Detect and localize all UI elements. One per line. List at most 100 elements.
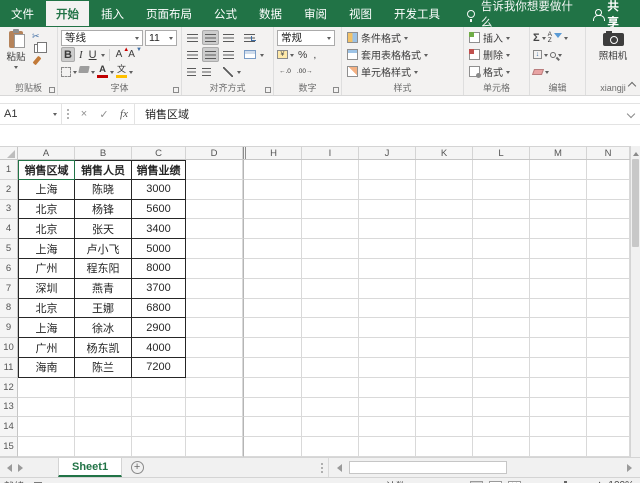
wrap-text-button[interactable] [242, 30, 257, 45]
cell-L12[interactable] [473, 377, 530, 398]
cell-A12[interactable] [18, 377, 75, 398]
percent-style-button[interactable]: % [296, 47, 309, 62]
row-header-15[interactable]: 15 [0, 437, 18, 457]
cell-C15[interactable] [132, 437, 186, 457]
cell-J7[interactable] [359, 278, 416, 299]
cell-L2[interactable] [473, 179, 530, 200]
orientation-button[interactable] [221, 64, 235, 79]
col-header-D[interactable]: D [186, 147, 243, 159]
cell-D6[interactable] [186, 258, 243, 279]
increase-decimal-button[interactable]: ←.0 [277, 64, 293, 79]
cell-N3[interactable] [587, 199, 630, 220]
cell-H5[interactable] [243, 239, 302, 259]
col-header-N[interactable]: N [587, 147, 630, 159]
cell-H12[interactable] [243, 377, 302, 398]
cell-B6[interactable]: 程东阳 [75, 258, 132, 279]
cell-K10[interactable] [416, 338, 473, 358]
format-cells-button[interactable]: 格式 [467, 63, 526, 80]
cell-H6[interactable] [243, 258, 302, 279]
cell-K4[interactable] [416, 219, 473, 240]
cell-N4[interactable] [587, 219, 630, 240]
cell-N6[interactable] [587, 258, 630, 279]
cell-L1[interactable] [473, 160, 530, 180]
cell-D13[interactable] [186, 397, 243, 418]
row-header-14[interactable]: 14 [0, 417, 18, 438]
cell-M13[interactable] [530, 397, 587, 418]
font-size-combo[interactable]: 11 [145, 29, 177, 46]
cell-N8[interactable] [587, 298, 630, 319]
autosum-icon[interactable]: Σ [533, 32, 540, 44]
cell-J8[interactable] [359, 298, 416, 319]
font-color-caret[interactable] [110, 70, 114, 76]
cell-K1[interactable] [416, 160, 473, 180]
clear-eraser-icon[interactable] [531, 68, 545, 75]
cell-C8[interactable]: 6800 [132, 298, 186, 319]
row-header-5[interactable]: 5 [0, 239, 18, 259]
sort-filter-caret[interactable] [563, 36, 568, 42]
accounting-caret[interactable] [290, 53, 294, 59]
alignment-dialog-launcher[interactable] [265, 87, 271, 93]
cell-I3[interactable] [302, 199, 359, 220]
cell-D9[interactable] [186, 318, 243, 339]
cell-D14[interactable] [186, 417, 243, 438]
delete-cells-button[interactable]: 删除 [467, 46, 526, 63]
cell-D3[interactable] [186, 199, 243, 220]
cell-C2[interactable]: 3000 [132, 179, 186, 200]
ribbon-tab-insert[interactable]: 插入 [90, 0, 135, 27]
cell-J6[interactable] [359, 258, 416, 279]
italic-button[interactable]: I [77, 47, 85, 62]
col-header-J[interactable]: J [359, 147, 416, 159]
cell-M3[interactable] [530, 199, 587, 220]
cell-D5[interactable] [186, 239, 243, 259]
cell-L10[interactable] [473, 338, 530, 358]
align-left-button[interactable] [185, 47, 200, 62]
merge-center-button[interactable] [242, 47, 258, 62]
cell-K3[interactable] [416, 199, 473, 220]
fill-caret[interactable] [544, 53, 548, 59]
cell-H2[interactable] [243, 179, 302, 200]
cell-A1[interactable]: 销售区域 [18, 160, 75, 180]
row-header-4[interactable]: 4 [0, 219, 18, 240]
cell-K2[interactable] [416, 179, 473, 200]
font-name-combo[interactable]: 等线 [61, 29, 143, 46]
cell-B7[interactable]: 燕青 [75, 278, 132, 299]
cell-L3[interactable] [473, 199, 530, 220]
cell-I1[interactable] [302, 160, 359, 180]
ribbon-tab-home[interactable]: 开始 [45, 0, 90, 27]
cell-H3[interactable] [243, 199, 302, 220]
scroll-up-icon[interactable] [631, 146, 640, 158]
col-header-H[interactable]: H [243, 147, 302, 159]
phonetic-guide-button[interactable]: 文 [116, 65, 127, 78]
cell-I15[interactable] [302, 437, 359, 457]
sheet-tab-sheet1[interactable]: Sheet1 [58, 458, 123, 477]
cell-N2[interactable] [587, 179, 630, 200]
cell-M14[interactable] [530, 417, 587, 438]
cell-L4[interactable] [473, 219, 530, 240]
cell-B3[interactable]: 杨锋 [75, 199, 132, 220]
cell-D8[interactable] [186, 298, 243, 319]
cell-J2[interactable] [359, 179, 416, 200]
cell-B10[interactable]: 杨东凯 [75, 338, 132, 358]
prev-sheet-icon[interactable] [0, 458, 15, 477]
cell-D15[interactable] [186, 437, 243, 457]
row-header-6[interactable]: 6 [0, 258, 18, 279]
cell-M6[interactable] [530, 258, 587, 279]
ribbon-tab-developer[interactable]: 开发工具 [383, 0, 451, 27]
cell-L15[interactable] [473, 437, 530, 457]
cell-A14[interactable] [18, 417, 75, 438]
row-header-13[interactable]: 13 [0, 397, 18, 418]
cell-J1[interactable] [359, 160, 416, 180]
align-center-button[interactable] [202, 47, 219, 62]
row-header-2[interactable]: 2 [0, 179, 18, 200]
phonetic-caret[interactable] [129, 70, 133, 76]
row-header-12[interactable]: 12 [0, 377, 18, 398]
fill-color-icon[interactable] [78, 66, 90, 73]
borders-caret[interactable] [73, 70, 77, 76]
formula-bar-input[interactable]: 销售区域 [134, 104, 628, 124]
cell-K9[interactable] [416, 318, 473, 339]
cell-D1[interactable] [186, 160, 243, 180]
cell-H10[interactable] [243, 338, 302, 358]
number-dialog-launcher[interactable] [333, 87, 339, 93]
ribbon-tab-page-layout[interactable]: 页面布局 [135, 0, 203, 27]
cell-A10[interactable]: 广州 [18, 338, 75, 358]
